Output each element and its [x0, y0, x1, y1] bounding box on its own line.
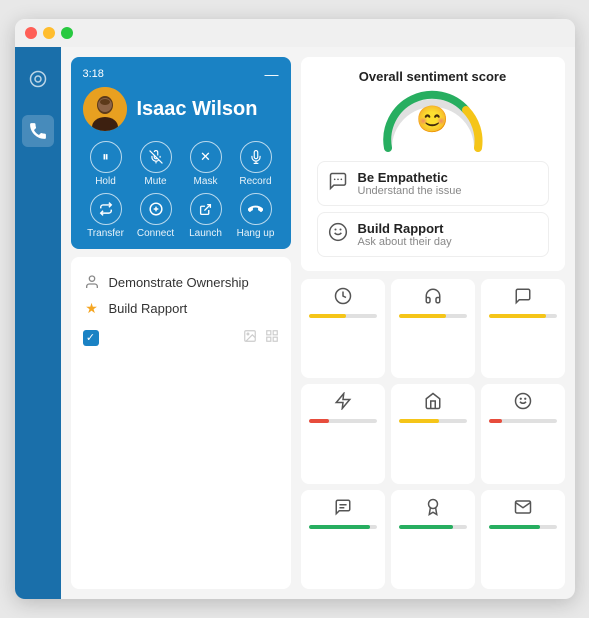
transfer-label: Transfer	[87, 228, 124, 239]
mute-button[interactable]: Mute	[133, 141, 179, 187]
mute-icon	[140, 141, 172, 173]
transfer-icon	[90, 193, 122, 225]
empathetic-title: Be Empathetic	[358, 170, 462, 185]
left-panel: 3:18 — Isaac	[71, 57, 291, 589]
email-icon	[514, 498, 532, 521]
time-bar	[309, 314, 377, 318]
rapport-icon	[328, 222, 348, 247]
rapport-star-icon: ★	[83, 299, 101, 317]
metric-smile	[481, 384, 565, 483]
call-timer-row: 3:18 —	[83, 67, 279, 81]
rapport-text: Build Rapport Ask about their day	[358, 221, 452, 248]
sentiment-face: 😊	[416, 106, 448, 132]
hangup-label: Hang up	[237, 228, 275, 239]
caller-avatar	[83, 87, 127, 131]
checkbox-checked[interactable]: ✓	[83, 330, 99, 346]
chat-bar	[489, 314, 557, 318]
caller-name: Isaac Wilson	[137, 98, 258, 121]
footer-icons	[243, 329, 279, 346]
metric-chat	[481, 279, 565, 378]
maximize-dot[interactable]	[61, 27, 73, 39]
rapport-title: Build Rapport	[358, 221, 452, 236]
sidebar-icon-phone[interactable]	[22, 115, 54, 147]
metrics-grid	[301, 279, 565, 589]
hangup-button[interactable]: Hang up	[233, 193, 279, 239]
title-bar	[15, 19, 575, 47]
launch-label: Launch	[189, 228, 222, 239]
suggestions-card: Demonstrate Ownership ★ Build Rapport ✓	[71, 257, 291, 589]
connect-label: Connect	[137, 228, 174, 239]
hold-button[interactable]: ⏸ Hold	[83, 141, 129, 187]
bolt-bar	[309, 419, 377, 423]
record-icon	[240, 141, 272, 173]
call-timer-display: 3:18	[83, 68, 104, 80]
hold-label: Hold	[95, 176, 116, 187]
speech-icon	[334, 498, 352, 521]
chat-icon	[514, 287, 532, 310]
minimize-dot[interactable]	[43, 27, 55, 39]
main-content: 3:18 — Isaac	[61, 47, 575, 599]
rapport-subtitle: Ask about their day	[358, 236, 452, 248]
home-bar	[399, 419, 467, 423]
headset-icon	[424, 287, 442, 310]
smile-icon	[514, 392, 532, 415]
transfer-button[interactable]: Transfer	[83, 193, 129, 239]
call-actions: ⏸ Hold	[83, 141, 279, 239]
right-panel: Overall sentiment score 😊	[301, 57, 565, 589]
badge-bar	[399, 525, 467, 529]
grid-icon	[265, 329, 279, 346]
badge-icon	[424, 498, 442, 521]
image-icon	[243, 329, 257, 346]
sentiment-title: Overall sentiment score	[317, 69, 549, 84]
suggestions-footer: ✓	[83, 329, 279, 346]
home-metric-icon	[424, 392, 442, 415]
speech-bar	[309, 525, 377, 529]
empathetic-text: Be Empathetic Understand the issue	[358, 170, 462, 197]
behavior-empathetic: Be Empathetic Understand the issue	[317, 161, 549, 206]
call-card: 3:18 — Isaac	[71, 57, 291, 249]
behavior-items: Be Empathetic Understand the issue	[317, 161, 549, 257]
caller-info: Isaac Wilson	[83, 87, 279, 131]
launch-button[interactable]: Launch	[183, 193, 229, 239]
metric-headset	[391, 279, 475, 378]
mask-button[interactable]: ✕ Mask	[183, 141, 229, 187]
time-icon	[334, 287, 352, 310]
behavior-rapport: Build Rapport Ask about their day	[317, 212, 549, 257]
mute-label: Mute	[144, 176, 166, 187]
metric-home	[391, 384, 475, 483]
hold-icon: ⏸	[90, 141, 122, 173]
mask-label: Mask	[194, 176, 218, 187]
empathetic-subtitle: Understand the issue	[358, 185, 462, 197]
record-button[interactable]: Record	[233, 141, 279, 187]
metric-email	[481, 490, 565, 589]
metric-badge	[391, 490, 475, 589]
record-label: Record	[239, 176, 271, 187]
gauge-container: 😊	[378, 90, 488, 155]
window-body: 3:18 — Isaac	[15, 47, 575, 599]
bolt-icon	[334, 392, 352, 415]
sidebar-icon-home[interactable]	[22, 63, 54, 95]
connect-icon	[140, 193, 172, 225]
launch-icon	[190, 193, 222, 225]
metric-time	[301, 279, 385, 378]
sentiment-card: Overall sentiment score 😊	[301, 57, 565, 271]
metric-speech	[301, 490, 385, 589]
sidebar	[15, 47, 61, 599]
email-bar	[489, 525, 557, 529]
headset-bar	[399, 314, 467, 318]
close-dot[interactable]	[25, 27, 37, 39]
connect-button[interactable]: Connect	[133, 193, 179, 239]
hangup-icon	[240, 193, 272, 225]
call-timer-dash: —	[265, 67, 279, 81]
suggestion-item-ownership: Demonstrate Ownership	[83, 269, 279, 295]
smile-bar	[489, 419, 557, 423]
metric-bolt	[301, 384, 385, 483]
suggestion-item-rapport: ★ Build Rapport	[83, 295, 279, 321]
ownership-icon	[83, 273, 101, 291]
mask-icon: ✕	[190, 141, 222, 173]
app-window: 3:18 — Isaac	[15, 19, 575, 599]
empathetic-icon	[328, 171, 348, 196]
suggestion-ownership-label: Demonstrate Ownership	[109, 275, 249, 290]
suggestion-rapport-label: Build Rapport	[109, 301, 188, 316]
